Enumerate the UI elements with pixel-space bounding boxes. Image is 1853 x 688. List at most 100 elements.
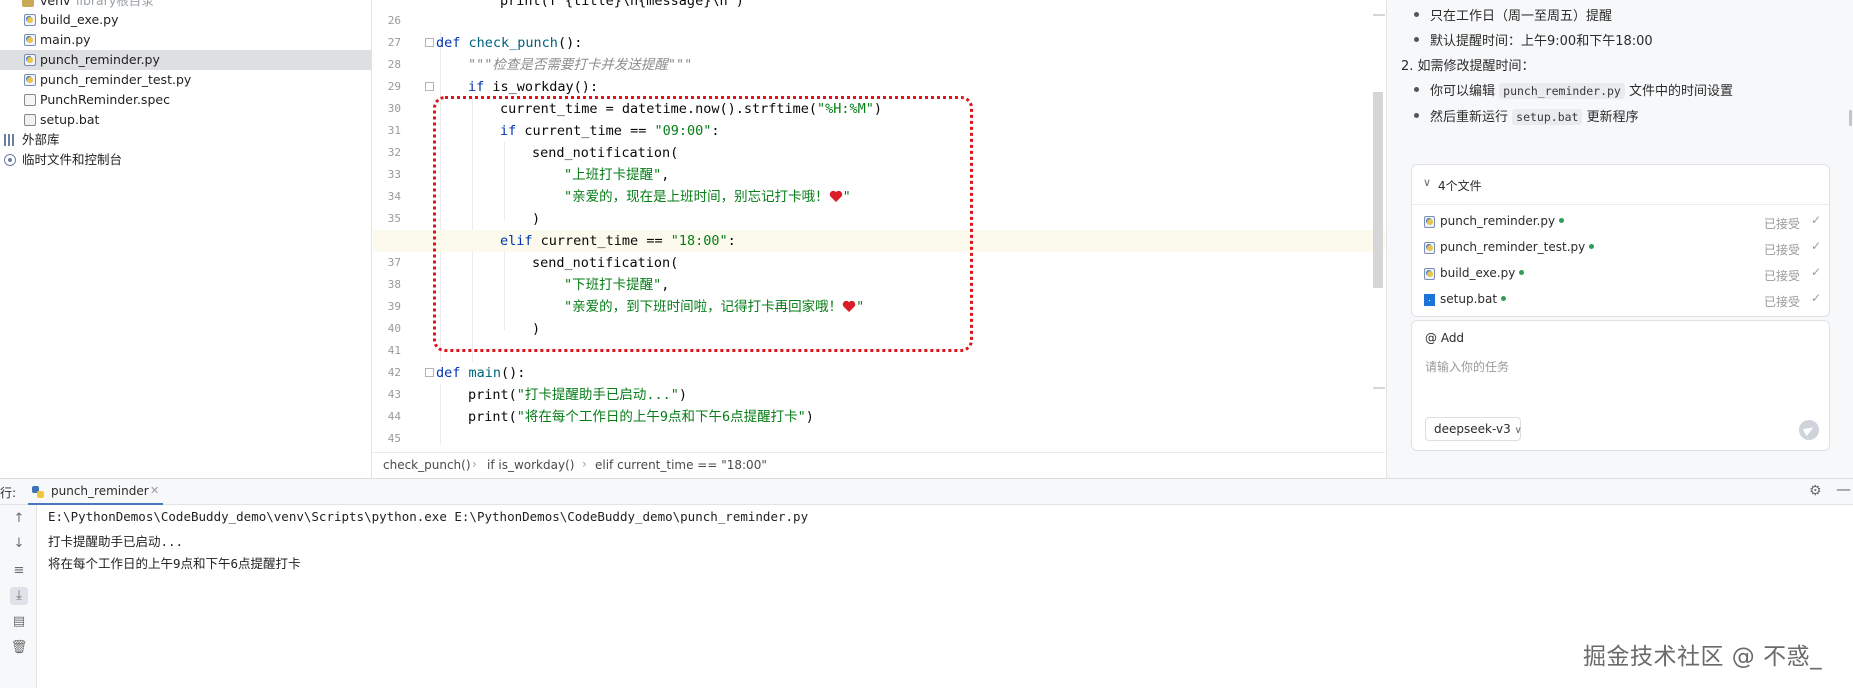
files-card-header[interactable]: ∨ 4个文件 [1412, 165, 1829, 205]
tree-item-spec[interactable]: PunchReminder.spec [0, 90, 371, 110]
check-icon: ✓ [1811, 291, 1822, 305]
tree-item-build-exe[interactable]: build_exe.py [0, 10, 371, 30]
python-file-icon [24, 74, 36, 86]
check-icon: ✓ [1811, 213, 1822, 227]
gear-icon[interactable]: ⚙ [1809, 483, 1822, 499]
ai-message-text: 然后重新运行 setup.bat 更新程序 [1430, 109, 1639, 125]
check-icon: ✓ [1811, 265, 1822, 279]
code-line: print("将在每个工作日的上午9点和下午6点提醒打卡") [373, 406, 1385, 428]
tree-item-punch-reminder-test[interactable]: punch_reminder_test.py [0, 70, 371, 90]
spec-file-icon [24, 94, 36, 106]
code-text: "亲爱的，现在是上班时间，别忘记打卡哦！ " [564, 189, 851, 205]
tree-item-scratches[interactable]: 临时文件和控制台 [0, 150, 371, 170]
task-input[interactable]: 请输入你的任务 [1425, 358, 1509, 375]
code-line: "上班打卡提醒", [373, 164, 1385, 186]
code-text: "亲爱的，到下班时间啦，记得打卡再回家哦！ " [564, 299, 865, 315]
code-text: if current_time == "09:00": [500, 123, 720, 139]
line-number: 26 [387, 14, 401, 27]
scroll-to-end-icon[interactable]: ⤓ [10, 587, 28, 605]
run-toolbar: ↑ ↓ ≡ ⤓ ▤ 🗑 [0, 505, 37, 688]
ai-message-text: 2. 如需修改提醒时间： [1401, 59, 1535, 74]
tree-item-external-libs[interactable]: 外部库 [0, 130, 371, 150]
check-icon: ✓ [1811, 239, 1822, 253]
file-status: 已接受 [1764, 269, 1801, 283]
tree-item-label: punch_reminder.py [40, 52, 160, 67]
soft-wrap-icon[interactable]: ≡ [10, 562, 28, 580]
python-file-icon [24, 14, 36, 26]
file-row[interactable]: setup.bat 已接受 ✓ [1412, 287, 1829, 313]
file-name: punch_reminder.py [1440, 214, 1565, 228]
python-file-icon [1424, 268, 1435, 280]
file-status: 已接受 [1764, 217, 1801, 231]
editor-scrollbar[interactable] [1373, 92, 1383, 288]
tree-item-punch-reminder[interactable]: punch_reminder.py [0, 50, 371, 70]
python-file-icon [1424, 216, 1435, 228]
code-line: """检查是否需要打卡并发送提醒""" [373, 54, 1385, 76]
run-console: ↑ ↓ ≡ ⤓ ▤ 🗑 E:\PythonDemos\CodeBuddy_dem… [0, 505, 1853, 688]
files-count-title: 4个文件 [1438, 179, 1482, 193]
code-text: print("将在每个工作日的上午9点和下午6点提醒打卡") [468, 409, 814, 425]
breadcrumb-item[interactable]: check_punch() [383, 458, 471, 472]
add-context-button[interactable]: @ Add [1425, 331, 1464, 345]
tree-item-setup-bat[interactable]: setup.bat [0, 110, 371, 130]
chevron-right-icon: › [472, 457, 477, 471]
console-line: E:\PythonDemos\CodeBuddy_demo\venv\Scrip… [48, 509, 809, 524]
run-label: 行: [0, 486, 17, 500]
code-text: current_time = datetime.now().strftime("… [500, 101, 883, 117]
breadcrumb-item[interactable]: elif current_time == "18:00" [595, 458, 767, 472]
ai-message-text: 默认提醒时间：上午9:00和下午18:00 [1430, 34, 1653, 49]
code-line: ) [373, 318, 1385, 340]
close-icon[interactable]: ✕ [150, 484, 159, 497]
python-file-icon [1424, 242, 1435, 254]
status-dot [1559, 218, 1565, 223]
breadcrumb: check_punch() › if is_workday() › elif c… [373, 452, 1385, 478]
scratch-icon [4, 154, 16, 166]
bullet [1414, 12, 1419, 17]
code-line: ) [373, 208, 1385, 230]
code-line: "亲爱的，现在是上班时间，别忘记打卡哦！ " [373, 186, 1385, 208]
heart-icon [829, 190, 842, 202]
chat-input-card: @ Add 请输入你的任务 deepseek-v3 ∨ [1411, 320, 1830, 451]
tree-item-label: PunchReminder.spec [40, 92, 170, 107]
send-button[interactable] [1799, 420, 1819, 440]
code-line: print(f"{title}\n{message}\n") [373, 0, 1385, 12]
model-select[interactable]: deepseek-v3 ∨ [1425, 417, 1522, 441]
ai-message-text: 只在工作日（周一至周五）提醒 [1430, 9, 1613, 24]
file-row[interactable]: punch_reminder_test.py 已接受 ✓ [1412, 235, 1829, 261]
editor-scroll-marker [1373, 14, 1385, 16]
trash-icon[interactable]: 🗑 [10, 639, 28, 657]
code-editor[interactable]: 26 27 28 29 30 31 32 33 34 35 36 37 38 3… [373, 0, 1385, 452]
breadcrumb-item[interactable]: if is_workday() [487, 458, 574, 472]
print-icon[interactable]: ▤ [10, 613, 28, 631]
bullet [1414, 87, 1419, 92]
docstring: """检查是否需要打卡并发送提醒""" [468, 57, 693, 73]
tree-item-label: 外部库 [22, 132, 60, 147]
file-row[interactable]: build_exe.py 已接受 ✓ [1412, 261, 1829, 287]
arrow-down-icon[interactable]: ↓ [10, 535, 28, 553]
file-name: build_exe.py [1440, 266, 1525, 280]
run-panel-header: 行: punch_reminder ✕ ⚙ — [0, 478, 1853, 505]
code-line: if current_time == "09:00": [373, 120, 1385, 142]
project-tree: venv library根目录 build_exe.py main.py pun… [0, 0, 372, 478]
minimize-icon[interactable]: — [1836, 480, 1851, 498]
code-line: current_time = datetime.now().strftime("… [373, 98, 1385, 120]
chevron-right-icon: › [582, 457, 587, 471]
tree-item-label: setup.bat [40, 112, 100, 127]
run-tab[interactable]: punch_reminder ✕ [28, 479, 163, 505]
status-dot [1589, 244, 1595, 249]
tree-item-main[interactable]: main.py [0, 30, 371, 50]
code-text: ) [532, 321, 541, 337]
code-text: def main(): [436, 365, 526, 381]
library-icon [4, 134, 16, 146]
inline-code: punch_reminder.py [1499, 83, 1625, 99]
code-text: send_notification( [532, 255, 679, 271]
watermark: 掘金技术社区 @ 不惑_ [1583, 644, 1823, 670]
file-row[interactable]: punch_reminder.py 已接受 ✓ [1412, 209, 1829, 235]
python-file-icon [24, 34, 36, 46]
ai-panel-scrollbar[interactable] [1849, 110, 1852, 126]
python-file-icon [24, 54, 36, 66]
code-text: ) [532, 211, 541, 227]
status-dot [1519, 270, 1525, 275]
file-status: 已接受 [1764, 243, 1801, 257]
arrow-up-icon[interactable]: ↑ [10, 510, 28, 528]
